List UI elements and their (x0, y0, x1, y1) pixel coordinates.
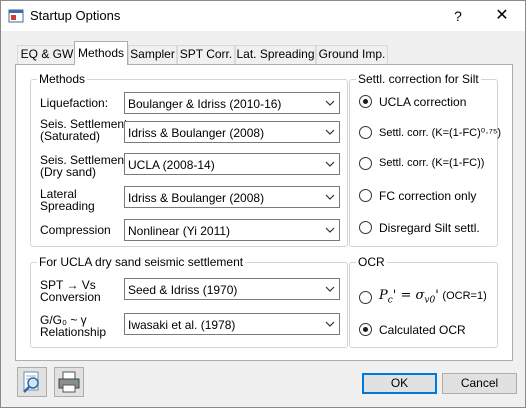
window-title: Startup Options (30, 8, 121, 23)
title-bar: Startup Options ? ✕ (1, 1, 525, 31)
tab-ground-imp[interactable]: Ground Imp. (316, 45, 388, 64)
chevron-down-icon (325, 129, 335, 135)
spt-vs-conversion-value: Seed & Idriss (1970) (128, 283, 238, 297)
disregard-silt-settl-label: Disregard Silt settl. (379, 221, 480, 235)
radio-selected-dot (363, 99, 368, 104)
ocr-formula-label: Pc' = σv0' (OCR=1) (379, 288, 487, 306)
tab-spt-corr[interactable]: SPT Corr. (177, 45, 235, 64)
seis-settlement-saturated-label-line2: (Saturated) (40, 129, 101, 143)
ok-button[interactable]: OK (362, 373, 437, 394)
silt-correction-group: Settl. correction for Silt UCLA correcti… (349, 72, 501, 247)
liquefaction-method-value: Boulanger & Idriss (2010-16) (128, 97, 282, 111)
startup-options-dialog: Startup Options ? ✕ EQ & GW Methods Samp… (0, 0, 526, 408)
radio-circle (359, 323, 372, 336)
radio-circle (359, 126, 372, 139)
ucla-dry-sand-group-title: For UCLA dry sand seismic settlement (37, 255, 246, 269)
chevron-down-icon (325, 161, 335, 167)
methods-tab-panel: Methods Liquefaction: Boulanger & Idriss… (15, 64, 513, 361)
tab-methods[interactable]: Methods (74, 41, 128, 65)
print-button[interactable] (54, 367, 84, 397)
tab-lat-spreading[interactable]: Lat. Spreading (235, 45, 316, 64)
liquefaction-method-select[interactable]: Boulanger & Idriss (2010-16) (124, 92, 340, 114)
radio-circle (359, 221, 372, 234)
spt-vs-conversion-select[interactable]: Seed & Idriss (1970) (124, 278, 340, 300)
printer-icon (58, 371, 80, 393)
lateral-spreading-value: Idriss & Boulanger (2008) (128, 191, 265, 205)
tab-sampler[interactable]: Sampler (128, 45, 177, 64)
ocr-equals-one-radio[interactable]: Pc' = σv0' (OCR=1) (359, 287, 495, 309)
spt-vs-conversion-label-line2: Conversion (40, 290, 101, 304)
radio-selected-dot (363, 327, 368, 332)
chevron-down-icon (325, 286, 335, 292)
cancel-button[interactable]: Cancel (442, 373, 517, 394)
close-button[interactable]: ✕ (487, 6, 517, 26)
g-gamma-relationship-select[interactable]: Iwasaki et al. (1978) (124, 313, 340, 335)
app-window-icon (8, 9, 24, 23)
settl-corr-linear-radio[interactable]: Settl. corr. (K=(1-FC)) (359, 155, 495, 173)
seis-settlement-dry-value: UCLA (2008-14) (128, 158, 215, 172)
g-gamma-relationship-label-line2: Relationship (40, 325, 107, 339)
tab-eq-gw[interactable]: EQ & GW (17, 45, 77, 64)
chevron-down-icon (325, 100, 335, 106)
compression-value: Nonlinear (Yi 2011) (128, 224, 231, 238)
chevron-down-icon (325, 321, 335, 327)
magnifier-preview-icon (23, 371, 39, 393)
g-gamma-relationship-value: Iwasaki et al. (1978) (128, 318, 236, 332)
ucla-correction-label: UCLA correction (379, 95, 467, 109)
liquefaction-label: Liquefaction: (40, 96, 109, 110)
help-button[interactable]: ? (447, 6, 469, 26)
methods-group: Methods Liquefaction: Boulanger & Idriss… (30, 72, 348, 247)
fc-correction-only-radio[interactable]: FC correction only (359, 187, 495, 205)
preview-button[interactable] (17, 367, 47, 397)
settl-corr-075-radio[interactable]: Settl. corr. (K=(1-FC)⁰·⁷⁵) (359, 124, 501, 142)
seis-settlement-dry-label-line2: (Dry sand) (40, 165, 97, 179)
seis-settlement-dry-select[interactable]: UCLA (2008-14) (124, 153, 340, 175)
radio-circle (359, 189, 372, 202)
chevron-down-icon (325, 227, 335, 233)
settl-corr-linear-label: Settl. corr. (K=(1-FC)) (379, 157, 485, 169)
seis-settlement-saturated-value: Idriss & Boulanger (2008) (128, 126, 265, 140)
compression-label: Compression (40, 223, 111, 237)
disregard-silt-settl-radio[interactable]: Disregard Silt settl. (359, 219, 495, 237)
lateral-spreading-select[interactable]: Idriss & Boulanger (2008) (124, 186, 340, 208)
ocr-group: OCR Pc' = σv0' (OCR=1) Calculated OCR (349, 255, 498, 348)
ucla-correction-radio[interactable]: UCLA correction (359, 93, 495, 111)
ocr-group-title: OCR (356, 255, 387, 269)
seis-settlement-saturated-select[interactable]: Idriss & Boulanger (2008) (124, 121, 340, 143)
silt-correction-group-title: Settl. correction for Silt (356, 72, 481, 86)
radio-circle (359, 291, 372, 304)
calculated-ocr-radio[interactable]: Calculated OCR (359, 321, 495, 339)
chevron-down-icon (325, 194, 335, 200)
ucla-dry-sand-group: For UCLA dry sand seismic settlement SPT… (30, 255, 348, 348)
radio-circle (359, 157, 372, 170)
fc-correction-only-label: FC correction only (379, 189, 477, 203)
calculated-ocr-label: Calculated OCR (379, 323, 466, 337)
radio-circle (359, 95, 372, 108)
methods-group-title: Methods (37, 72, 88, 86)
settl-corr-075-label: Settl. corr. (K=(1-FC)⁰·⁷⁵) (379, 127, 502, 139)
lateral-spreading-label-line2: Spreading (40, 199, 95, 213)
compression-select[interactable]: Nonlinear (Yi 2011) (124, 219, 340, 241)
